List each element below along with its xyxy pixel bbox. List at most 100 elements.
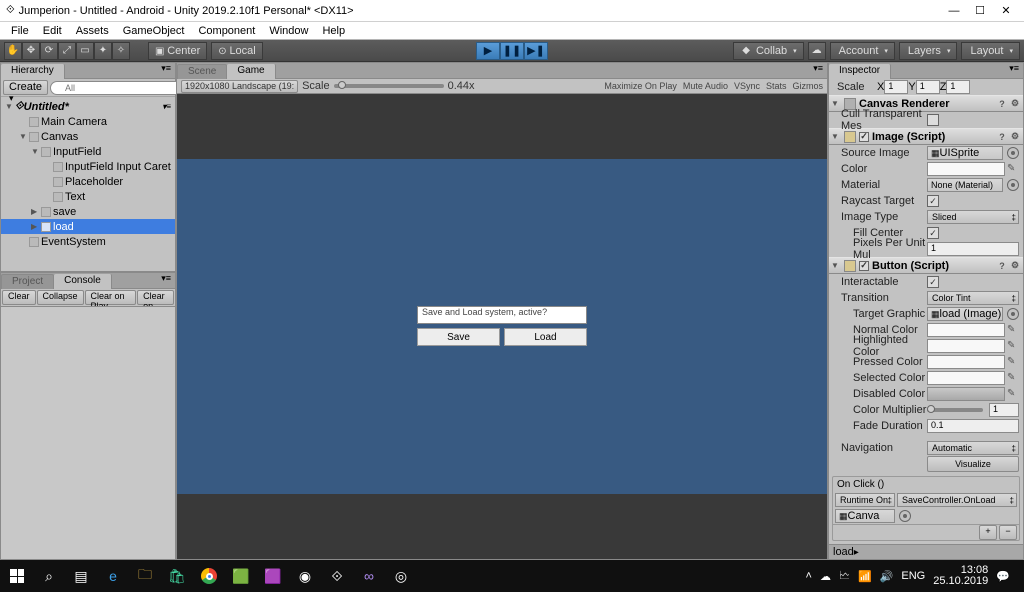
scale-y-field[interactable]: 1 — [916, 80, 940, 94]
volume-icon[interactable]: 🔊 — [880, 570, 894, 583]
object-picker-icon[interactable] — [1007, 147, 1019, 159]
help-icon[interactable]: ? — [996, 98, 1008, 110]
panel-menu-icon[interactable]: ▾≡ — [1005, 63, 1023, 78]
eyedropper-icon[interactable]: ✎ — [1007, 163, 1019, 175]
raycast-checkbox[interactable]: ✓ — [927, 195, 939, 207]
collapse-button[interactable]: Collapse — [37, 290, 84, 305]
app-icon-circle[interactable]: ◎ — [388, 563, 414, 589]
pressed-color-field[interactable] — [927, 355, 1005, 369]
tree-item[interactable]: Text — [1, 189, 175, 204]
unity-taskbar-icon[interactable]: ⟐ — [324, 563, 350, 589]
menu-help[interactable]: Help — [315, 23, 352, 39]
gear-icon[interactable]: ⚙ — [1009, 131, 1021, 143]
interactable-checkbox[interactable]: ✓ — [927, 276, 939, 288]
chrome-icon[interactable] — [196, 563, 222, 589]
rotate-tool-icon[interactable]: ⟳ — [40, 42, 58, 60]
scene-root[interactable]: ▼⟐ Untitled*▾≡ — [1, 99, 175, 114]
visualstudio-icon[interactable]: ∞ — [356, 563, 382, 589]
hand-tool-icon[interactable]: ✋ — [4, 42, 22, 60]
add-event-button[interactable]: + — [979, 525, 997, 540]
fade-duration-field[interactable]: 0.1 — [927, 419, 1019, 433]
account-dropdown[interactable]: Account▾ — [830, 42, 895, 60]
tree-item-selected[interactable]: ▶load — [1, 219, 175, 234]
cloud-icon[interactable]: ☁ — [808, 42, 826, 60]
eyedropper-icon[interactable]: ✎ — [1007, 388, 1019, 400]
pause-button[interactable]: ❚❚ — [500, 42, 524, 60]
panel-menu-icon[interactable]: ▾≡ — [157, 63, 175, 78]
search-icon[interactable]: ⌕ — [36, 563, 62, 589]
pivot-center-button[interactable]: ▣ Center — [148, 42, 207, 60]
maximize-icon[interactable]: ☐ — [974, 5, 986, 17]
normal-color-field[interactable] — [927, 323, 1005, 337]
mute-audio-toggle[interactable]: Mute Audio — [683, 81, 728, 91]
game-load-button[interactable]: Load — [504, 328, 587, 346]
scale-slider[interactable] — [334, 84, 444, 88]
custom-tool-icon[interactable]: ✧ — [112, 42, 130, 60]
stats-toggle[interactable]: Stats — [766, 81, 787, 91]
tab-game[interactable]: Game — [227, 64, 275, 79]
vsync-toggle[interactable]: VSync — [734, 81, 760, 91]
image-type-dropdown[interactable]: Sliced — [927, 210, 1019, 224]
navigation-dropdown[interactable]: Automatic — [927, 441, 1019, 455]
color-multiplier-slider[interactable] — [927, 408, 983, 412]
gear-icon[interactable]: ⚙ — [1009, 260, 1021, 272]
rect-tool-icon[interactable]: ▭ — [76, 42, 94, 60]
play-button[interactable]: ▶ — [476, 42, 500, 60]
tab-console[interactable]: Console — [54, 274, 112, 289]
tab-scene[interactable]: Scene — [177, 64, 227, 79]
panel-menu-icon[interactable]: ▾≡ — [157, 273, 175, 288]
runtime-dropdown[interactable]: Runtime On — [835, 493, 895, 507]
menu-edit[interactable]: Edit — [36, 23, 69, 39]
game-save-button[interactable]: Save — [417, 328, 500, 346]
battery-icon[interactable]: 🗠 — [839, 567, 850, 586]
taskview-icon[interactable]: ▤ — [68, 563, 94, 589]
gear-icon[interactable]: ⚙ — [1009, 98, 1021, 110]
eyedropper-icon[interactable]: ✎ — [1007, 324, 1019, 336]
clear-on-build-button[interactable]: Clear on — [137, 290, 174, 305]
app-icon-discord[interactable]: 🟪 — [260, 563, 286, 589]
scale-z-field[interactable]: 1 — [946, 80, 970, 94]
scale-tool-icon[interactable]: ⤢ — [58, 42, 76, 60]
ppu-field[interactable]: 1 — [927, 242, 1019, 256]
move-tool-icon[interactable]: ✥ — [22, 42, 40, 60]
color-field[interactable] — [927, 162, 1005, 176]
scale-x-field[interactable]: 1 — [884, 80, 908, 94]
language-indicator[interactable]: ENG — [901, 570, 925, 582]
source-image-field[interactable]: ▦ UISprite — [927, 146, 1003, 160]
button-component-header[interactable]: ▼✓Button (Script)?⚙ — [829, 257, 1023, 274]
store-icon[interactable]: 🛍 — [164, 563, 190, 589]
menu-file[interactable]: File — [4, 23, 36, 39]
object-picker-icon[interactable] — [1007, 179, 1019, 191]
hierarchy-search[interactable] — [50, 81, 183, 95]
tab-project[interactable]: Project — [1, 274, 54, 289]
gizmos-dropdown[interactable]: Gizmos — [792, 81, 823, 91]
layout-dropdown[interactable]: Layout▾ — [961, 42, 1020, 60]
layers-dropdown[interactable]: Layers▾ — [899, 42, 958, 60]
menu-component[interactable]: Component — [191, 23, 262, 39]
tree-item[interactable]: InputField Input Caret — [1, 159, 175, 174]
create-dropdown[interactable]: Create ▾ — [3, 80, 48, 95]
menu-gameobject[interactable]: GameObject — [116, 23, 192, 39]
app-icon-steam[interactable]: ◉ — [292, 563, 318, 589]
eyedropper-icon[interactable]: ✎ — [1007, 356, 1019, 368]
menu-window[interactable]: Window — [262, 23, 315, 39]
tree-item[interactable]: ▶save — [1, 204, 175, 219]
fill-center-checkbox[interactable]: ✓ — [927, 227, 939, 239]
collab-button[interactable]: ◆ Collab▾ — [733, 42, 803, 60]
onedrive-icon[interactable]: ☁ — [820, 570, 831, 583]
aspect-dropdown[interactable]: 1920x1080 Landscape (19: — [181, 80, 298, 93]
tab-hierarchy[interactable]: Hierarchy — [1, 64, 65, 79]
help-icon[interactable]: ? — [996, 260, 1008, 272]
selected-color-field[interactable] — [927, 371, 1005, 385]
menu-assets[interactable]: Assets — [69, 23, 116, 39]
close-icon[interactable]: ✕ — [1000, 5, 1012, 17]
object-picker-icon[interactable] — [1007, 308, 1019, 320]
eyedropper-icon[interactable]: ✎ — [1007, 340, 1019, 352]
step-button[interactable]: ▶❚ — [524, 42, 548, 60]
color-multiplier-field[interactable]: 1 — [989, 403, 1019, 417]
explorer-icon[interactable]: 🗀 — [132, 563, 158, 589]
pivot-local-button[interactable]: ⊙ Local — [211, 42, 262, 60]
tree-item[interactable]: ▼InputField — [1, 144, 175, 159]
app-icon-green[interactable]: 🟩 — [228, 563, 254, 589]
clock[interactable]: 13:0825.10.2019 — [933, 565, 988, 587]
